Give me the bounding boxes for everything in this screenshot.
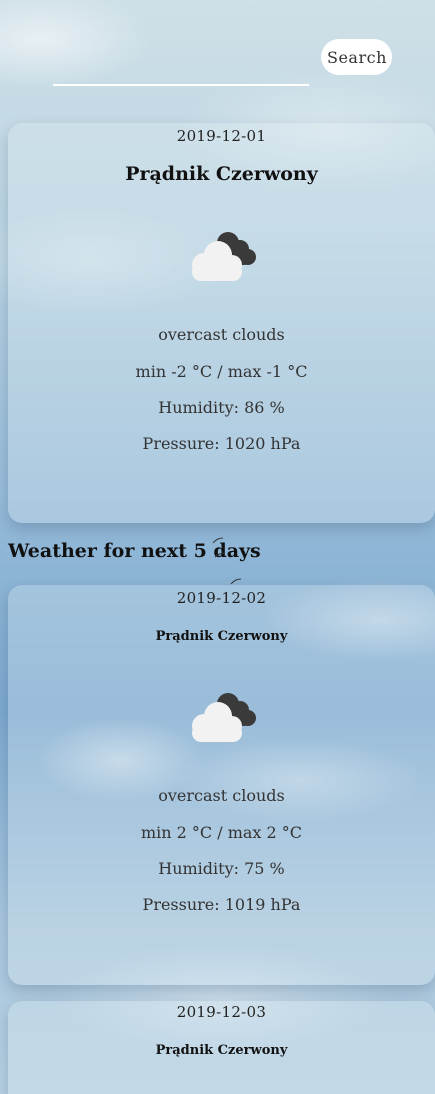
search-input[interactable] xyxy=(53,46,309,86)
humidity: Humidity: 75 % xyxy=(158,859,285,878)
search-button[interactable]: Search xyxy=(321,39,392,75)
forecast-card: 2019-12-03 Prądnik Czerwony xyxy=(8,1001,435,1094)
search-bar: Search xyxy=(53,38,393,88)
weather-date: 2019-12-03 xyxy=(176,1003,267,1021)
forecast-card: 2019-12-02 Prądnik Czerwony overcast clo… xyxy=(8,585,435,985)
weather-description: overcast clouds xyxy=(158,325,285,344)
humidity: Humidity: 86 % xyxy=(158,398,285,417)
pressure: Pressure: 1020 hPa xyxy=(142,434,301,453)
bird-icon xyxy=(212,537,224,544)
city-name: Prądnik Czerwony xyxy=(125,163,318,185)
temperature-range: min -2 °C / max -1 °C xyxy=(135,362,308,381)
city-name: Prądnik Czerwony xyxy=(155,629,288,644)
overcast-cloud-icon xyxy=(191,232,256,281)
current-weather-card: 2019-12-01 Prądnik Czerwony overcast clo… xyxy=(8,123,435,523)
pressure: Pressure: 1019 hPa xyxy=(142,895,301,914)
weather-date: 2019-12-01 xyxy=(176,127,267,145)
overcast-cloud-icon xyxy=(191,693,256,742)
city-name: Prądnik Czerwony xyxy=(155,1043,288,1058)
weather-description: overcast clouds xyxy=(158,786,285,805)
weather-date: 2019-12-02 xyxy=(176,589,267,607)
bird-icon xyxy=(214,552,226,558)
temperature-range: min 2 °C / max 2 °C xyxy=(140,823,303,842)
